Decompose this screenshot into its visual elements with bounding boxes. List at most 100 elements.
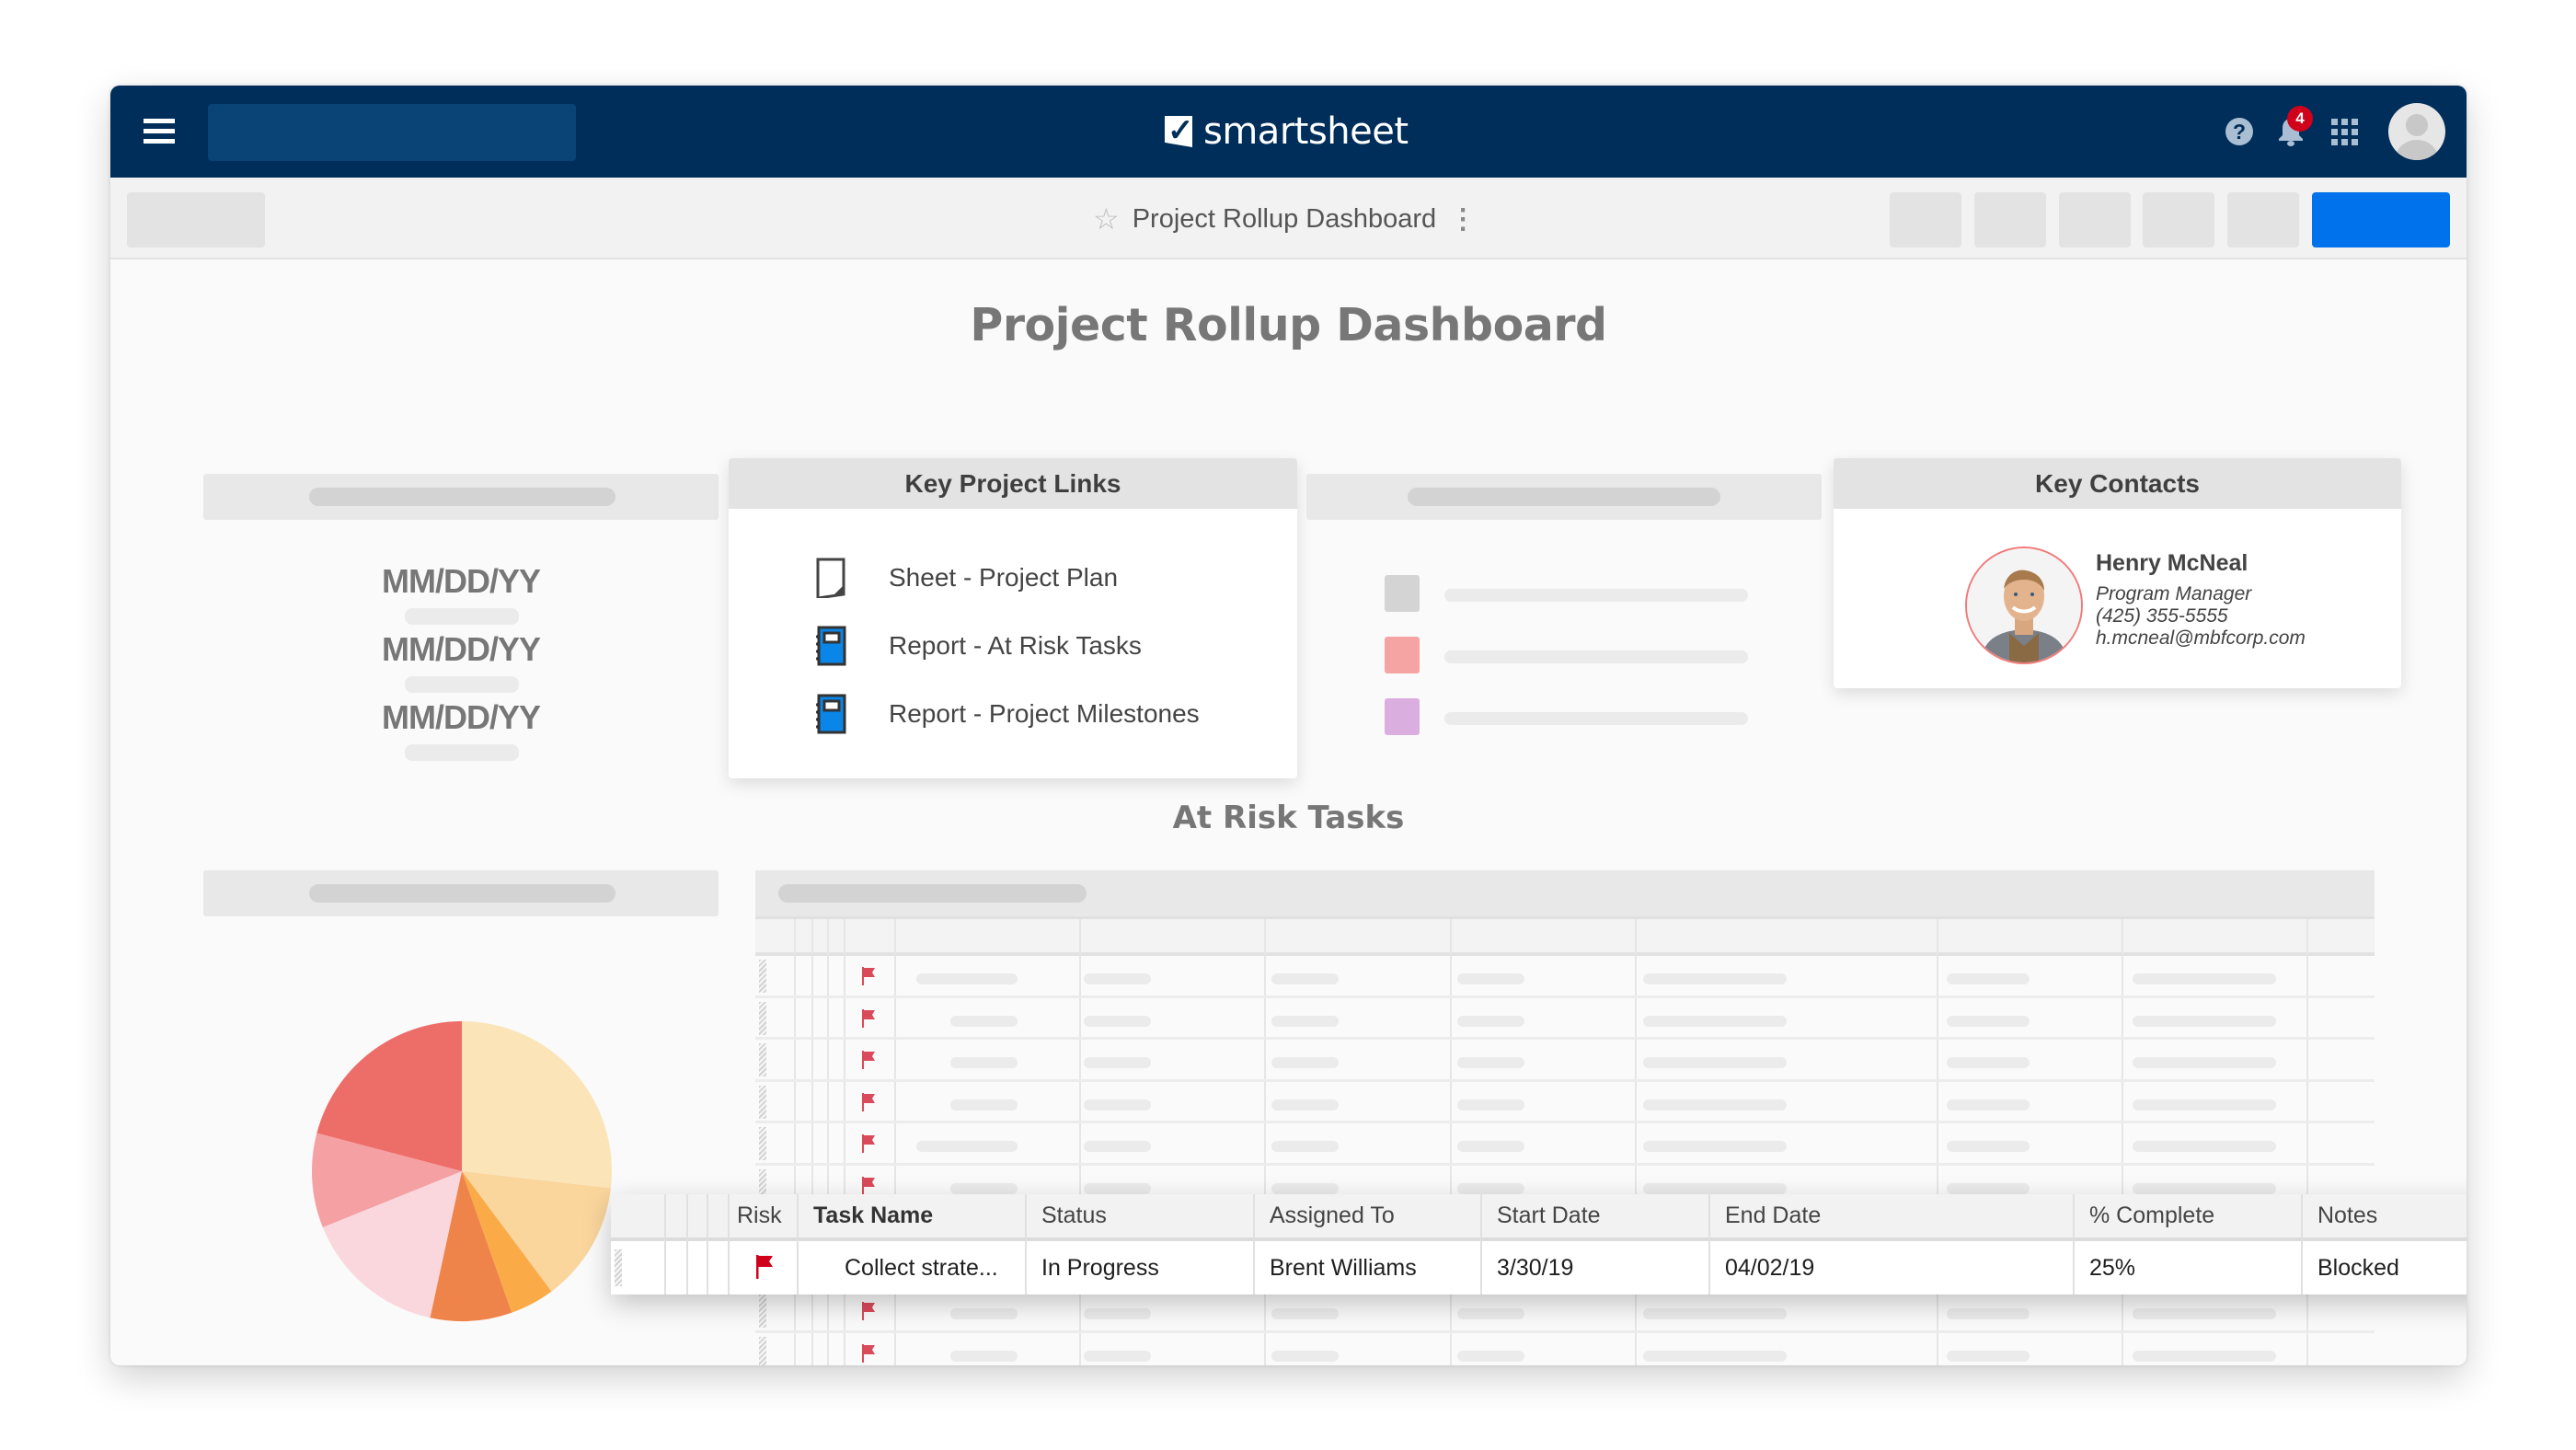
link-report-at-risk-tasks[interactable]: Report - At Risk Tasks — [815, 626, 1142, 666]
column-divider — [686, 1194, 688, 1295]
cell-placeholder — [1947, 1308, 2030, 1319]
legend-swatch-gray — [1385, 575, 1420, 612]
sheet-icon — [816, 558, 845, 598]
cell-placeholder — [1084, 1015, 1151, 1027]
risk-flag-icon — [862, 1343, 875, 1363]
row-drag-handle[interactable] — [759, 960, 766, 993]
toolbar-button-2[interactable] — [1974, 192, 2046, 247]
cell-assigned-to[interactable]: Brent Williams — [1253, 1241, 1480, 1295]
column-header-status[interactable]: Status — [1025, 1194, 1253, 1237]
cell-status[interactable]: In Progress — [1025, 1241, 1253, 1295]
cell-placeholder — [950, 1308, 1018, 1319]
report-icon — [816, 626, 846, 666]
row-drag-handle[interactable] — [615, 1249, 622, 1286]
toolbar-button-3[interactable] — [2059, 192, 2131, 247]
cell-placeholder — [2133, 1057, 2276, 1068]
cell-placeholder — [950, 1015, 1018, 1027]
key-project-links-widget: Key Project Links Sheet - Project Plan R… — [729, 458, 1297, 778]
app-window: smartsheet ? 4 ☆ Project Rollup Dashboar… — [110, 86, 2467, 1365]
column-header-risk[interactable]: Risk — [728, 1194, 797, 1237]
column-header-end-date[interactable]: End Date — [1708, 1194, 2073, 1237]
cell-placeholder — [1457, 1015, 1524, 1027]
cell-placeholder — [1947, 1015, 2030, 1027]
link-sheet-project-plan[interactable]: Sheet - Project Plan — [815, 558, 1118, 598]
pie-slice-1[interactable] — [462, 1021, 612, 1189]
placeholder-line — [1444, 712, 1748, 725]
cell-percent-complete[interactable]: 25% — [2073, 1241, 2301, 1295]
risk-flag-icon — [862, 1008, 875, 1028]
grid-column-divider — [1264, 919, 1266, 1365]
cell-placeholder — [1947, 1141, 2030, 1152]
cell-placeholder — [2133, 1015, 2276, 1027]
report-column-header-row — [755, 919, 2375, 956]
date-value-2: MM/DD/YY — [382, 630, 541, 668]
cell-placeholder — [1947, 1099, 2030, 1111]
cell-placeholder — [1643, 1141, 1787, 1152]
row-drag-handle[interactable] — [759, 1043, 766, 1076]
user-avatar-icon[interactable] — [2388, 103, 2445, 160]
pie-chart — [312, 1021, 612, 1321]
workspace-search-bar[interactable] — [208, 104, 576, 161]
star-icon[interactable]: ☆ — [1093, 201, 1120, 236]
cell-placeholder — [950, 1182, 1018, 1194]
cell-placeholder — [1457, 1099, 1524, 1111]
contact-person-image — [1967, 548, 2081, 662]
share-button[interactable] — [2312, 192, 2450, 247]
toolbar-button-5[interactable] — [2227, 192, 2299, 247]
cell-start-date[interactable]: 3/30/19 — [1480, 1241, 1708, 1295]
row-drag-handle[interactable] — [759, 1085, 766, 1119]
chart-widget-header — [203, 870, 719, 916]
cell-placeholder — [1947, 1182, 2030, 1194]
cell-placeholder — [1643, 973, 1787, 984]
cell-placeholder — [1947, 973, 2030, 984]
cell-placeholder — [1457, 1308, 1524, 1319]
column-header-task-name[interactable]: Task Name — [797, 1194, 1025, 1237]
column-header-assigned-to[interactable]: Assigned To — [1253, 1194, 1480, 1237]
grid-row-divider — [755, 1162, 2375, 1166]
toolbar-button-1[interactable] — [1890, 192, 1961, 247]
placeholder-title — [309, 884, 615, 903]
cell-placeholder — [1643, 1350, 1787, 1362]
contact-phone: (425) 355-5555 — [2096, 605, 2228, 627]
grid-row-divider — [755, 1078, 2375, 1082]
row-drag-handle[interactable] — [759, 1001, 766, 1035]
toolbar-left-button[interactable] — [127, 192, 265, 247]
contact-email[interactable]: h.mcneal@mbfcorp.com — [2096, 627, 2306, 650]
hamburger-menu-icon[interactable] — [144, 119, 175, 144]
row-drag-handle[interactable] — [759, 1127, 766, 1160]
cell-placeholder — [1457, 1182, 1524, 1194]
grid-column-divider — [894, 919, 896, 1365]
placeholder-title — [309, 488, 615, 506]
link-report-project-milestones[interactable]: Report - Project Milestones — [815, 694, 1200, 734]
row-drag-handle[interactable] — [759, 1336, 766, 1365]
cell-placeholder — [2133, 1308, 2276, 1319]
grid-column-divider — [844, 919, 845, 1365]
cell-end-date[interactable]: 04/02/19 — [1708, 1241, 2073, 1295]
cell-placeholder — [1271, 1182, 1339, 1194]
risk-flag-icon — [862, 1092, 875, 1111]
kebab-menu-icon[interactable]: ⋮ — [1449, 203, 1477, 236]
row-drag-handle[interactable] — [759, 1295, 766, 1328]
toolbar-button-4[interactable] — [2143, 192, 2214, 247]
cell-task-name[interactable]: Collect strate... — [797, 1241, 1025, 1295]
placeholder-line — [1444, 650, 1748, 663]
column-header-start-date[interactable]: Start Date — [1480, 1194, 1708, 1237]
sheet-title: Project Rollup Dashboard — [1132, 203, 1437, 234]
at-risk-tasks-title: At Risk Tasks — [1172, 800, 1405, 836]
apps-launcher-button[interactable] — [2326, 113, 2363, 150]
column-header-notes[interactable]: Notes — [2301, 1194, 2467, 1237]
date-value-3: MM/DD/YY — [382, 698, 541, 736]
cell-placeholder — [1084, 1182, 1151, 1194]
cell-placeholder — [916, 1141, 1018, 1152]
risk-flag-icon — [862, 1134, 875, 1153]
cell-notes[interactable]: Blocked — [2301, 1241, 2467, 1295]
placeholder-line — [405, 676, 519, 693]
help-button[interactable]: ? — [2221, 113, 2258, 150]
highlighted-task-row: Risk Task Name Status Assigned To Start Date… — [611, 1194, 2467, 1295]
grid-column-divider — [1937, 919, 1938, 1365]
cell-placeholder — [2133, 973, 2276, 984]
column-header-percent-complete[interactable]: % Complete — [2073, 1194, 2301, 1237]
cell-placeholder — [1271, 973, 1339, 984]
risk-flag-icon[interactable] — [756, 1255, 773, 1279]
smartsheet-check-icon — [1165, 116, 1192, 147]
